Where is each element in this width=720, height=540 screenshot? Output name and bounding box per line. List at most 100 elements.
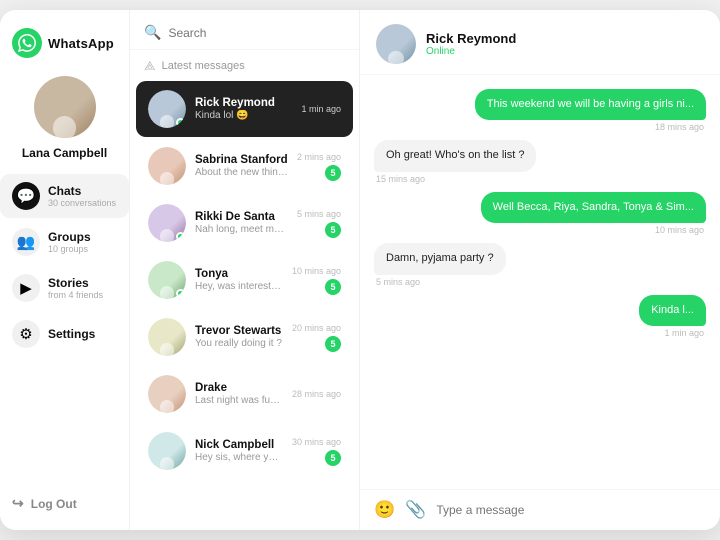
chat-list-panel: 🔍 ⟁ Latest messages [130, 10, 360, 530]
chat-name-trevor: Trevor Stewarts [195, 325, 283, 337]
message-1: This weekend we will be having a girls n… [475, 89, 706, 132]
online-dot-rikki [176, 232, 185, 241]
sidebar: WhatsApp Lana Campbell 💬 Chats 30 conver… [0, 10, 130, 530]
chat-preview-tonya: Hey, was interested in the opportu... [195, 281, 283, 292]
message-bubble-4: Damn, pyjama party ? [374, 243, 506, 274]
app-name: WhatsApp [48, 36, 114, 51]
chat-window-header: Rick Reymond Online [360, 10, 720, 75]
chat-window-avatar [376, 24, 416, 64]
logout-button[interactable]: ↪ Log Out [0, 487, 129, 520]
unread-badge-trevor: 5 [325, 336, 341, 352]
logout-label: Log Out [31, 497, 77, 511]
chat-item-nick[interactable]: Nick Campbell Hey sis, where you at ? 30… [136, 423, 353, 479]
message-bubble-3: Well Becca, Riya, Sandra, Tonya & Sim... [481, 192, 706, 223]
filter-bar: ⟁ Latest messages [130, 50, 359, 80]
message-3: Well Becca, Riya, Sandra, Tonya & Sim...… [481, 192, 706, 235]
chat-item-rikki[interactable]: Rikki De Santa Nah long, meet me soon ba… [136, 195, 353, 251]
stories-icon: ▶ [12, 274, 40, 302]
chat-item-rick[interactable]: Rick Reymond Kinda lol 😄 1 min ago [136, 81, 353, 137]
chat-time-rick: 1 min ago [301, 104, 341, 114]
chat-preview-sabrina: About the new things at my office... [195, 167, 288, 178]
chat-item-drake[interactable]: Drake Last night was funn 😄 28 mins ago [136, 366, 353, 422]
message-time-2: 15 mins ago [374, 174, 427, 184]
message-input[interactable] [436, 503, 706, 517]
message-time-5: 1 min ago [662, 328, 706, 338]
message-time-3: 10 mins ago [653, 225, 706, 235]
chat-item-trevor[interactable]: Trevor Stewarts You really doing it ? 20… [136, 309, 353, 365]
chat-time-nick: 30 mins ago [292, 437, 341, 447]
filter-icon: ⟁ [144, 58, 156, 74]
chat-name-drake: Drake [195, 382, 283, 394]
user-name: Lana Campbell [22, 146, 107, 160]
chat-time-drake: 28 mins ago [292, 389, 341, 399]
sidebar-item-settings[interactable]: ⚙ Settings [0, 312, 129, 356]
sidebar-item-stories[interactable]: ▶ Stories from 4 friends [0, 266, 129, 310]
chat-avatar-trevor [148, 318, 186, 356]
unread-badge-tonya: 5 [325, 279, 341, 295]
sidebar-item-groups[interactable]: 👥 Groups 10 groups [0, 220, 129, 264]
chat-time-trevor: 20 mins ago [292, 323, 341, 333]
chat-avatar-drake [148, 375, 186, 413]
groups-label: Groups [48, 230, 91, 244]
chat-name-tonya: Tonya [195, 268, 283, 280]
app-container: WhatsApp Lana Campbell 💬 Chats 30 conver… [0, 10, 720, 530]
groups-sub: 10 groups [48, 244, 91, 254]
chat-name-nick: Nick Campbell [195, 439, 283, 451]
chat-window: Rick Reymond Online This weekend we will… [360, 10, 720, 530]
chat-name-sabrina: Sabrina Stanford [195, 154, 288, 166]
chat-window-name: Rick Reymond [426, 31, 516, 46]
unread-badge-sabrina: 5 [325, 165, 341, 181]
chat-avatar-tonya [148, 261, 186, 299]
chat-avatar-nick [148, 432, 186, 470]
sidebar-item-chats[interactable]: 💬 Chats 30 conversations [0, 174, 129, 218]
search-bar: 🔍 [130, 10, 359, 50]
chat-time-sabrina: 2 mins ago [297, 152, 341, 162]
chat-list-items: Rick Reymond Kinda lol 😄 1 min ago [130, 80, 359, 530]
stories-label: Stories [48, 276, 103, 290]
settings-icon: ⚙ [12, 320, 40, 348]
chat-preview-rick: Kinda lol 😄 [195, 110, 292, 121]
stories-sub: from 4 friends [48, 290, 103, 300]
whatsapp-logo-icon [12, 28, 42, 58]
chat-time-rikki: 5 mins ago [297, 209, 341, 219]
chat-preview-nick: Hey sis, where you at ? [195, 452, 283, 463]
unread-badge-nick: 5 [325, 450, 341, 466]
chat-preview-drake: Last night was funn 😄 [195, 395, 283, 406]
online-dot-tonya [176, 289, 185, 298]
user-avatar [34, 76, 96, 138]
chats-label: Chats [48, 184, 116, 198]
online-dot-rick [176, 118, 185, 127]
chat-name-rick: Rick Reymond [195, 97, 292, 109]
chat-item-tonya[interactable]: Tonya Hey, was interested in the opportu… [136, 252, 353, 308]
chat-window-status: Online [426, 46, 516, 57]
settings-label: Settings [48, 327, 95, 341]
chat-input-bar: 🙂 📎 [360, 489, 720, 530]
unread-badge-rikki: 5 [325, 222, 341, 238]
chat-time-tonya: 10 mins ago [292, 266, 341, 276]
chat-avatar-rikki [148, 204, 186, 242]
chat-name-rikki: Rikki De Santa [195, 211, 288, 223]
message-bubble-1: This weekend we will be having a girls n… [475, 89, 706, 120]
groups-icon: 👥 [12, 228, 40, 256]
chats-sub: 30 conversations [48, 198, 116, 208]
sidebar-nav: 💬 Chats 30 conversations 👥 Groups 10 gro… [0, 174, 129, 483]
message-bubble-5: Kinda l... [639, 295, 706, 326]
message-2: Oh great! Who's on the list ? 15 mins ag… [374, 140, 536, 183]
logout-icon: ↪ [12, 495, 24, 512]
filter-label: Latest messages [162, 60, 245, 72]
chat-preview-trevor: You really doing it ? [195, 338, 283, 349]
chat-preview-rikki: Nah long, meet me soon bae ❤ [195, 224, 288, 235]
attach-icon[interactable]: 📎 [405, 500, 426, 520]
search-input[interactable] [168, 26, 345, 40]
message-4: Damn, pyjama party ? 5 mins ago [374, 243, 506, 286]
chats-icon: 💬 [12, 182, 40, 210]
message-time-4: 5 mins ago [374, 277, 422, 287]
chat-item-sabrina[interactable]: Sabrina Stanford About the new things at… [136, 138, 353, 194]
app-logo: WhatsApp [0, 28, 129, 58]
chat-avatar-rick [148, 90, 186, 128]
chat-messages: This weekend we will be having a girls n… [360, 75, 720, 489]
chat-avatar-sabrina [148, 147, 186, 185]
search-icon: 🔍 [144, 24, 161, 41]
message-time-1: 18 mins ago [653, 122, 706, 132]
emoji-icon[interactable]: 🙂 [374, 500, 395, 520]
